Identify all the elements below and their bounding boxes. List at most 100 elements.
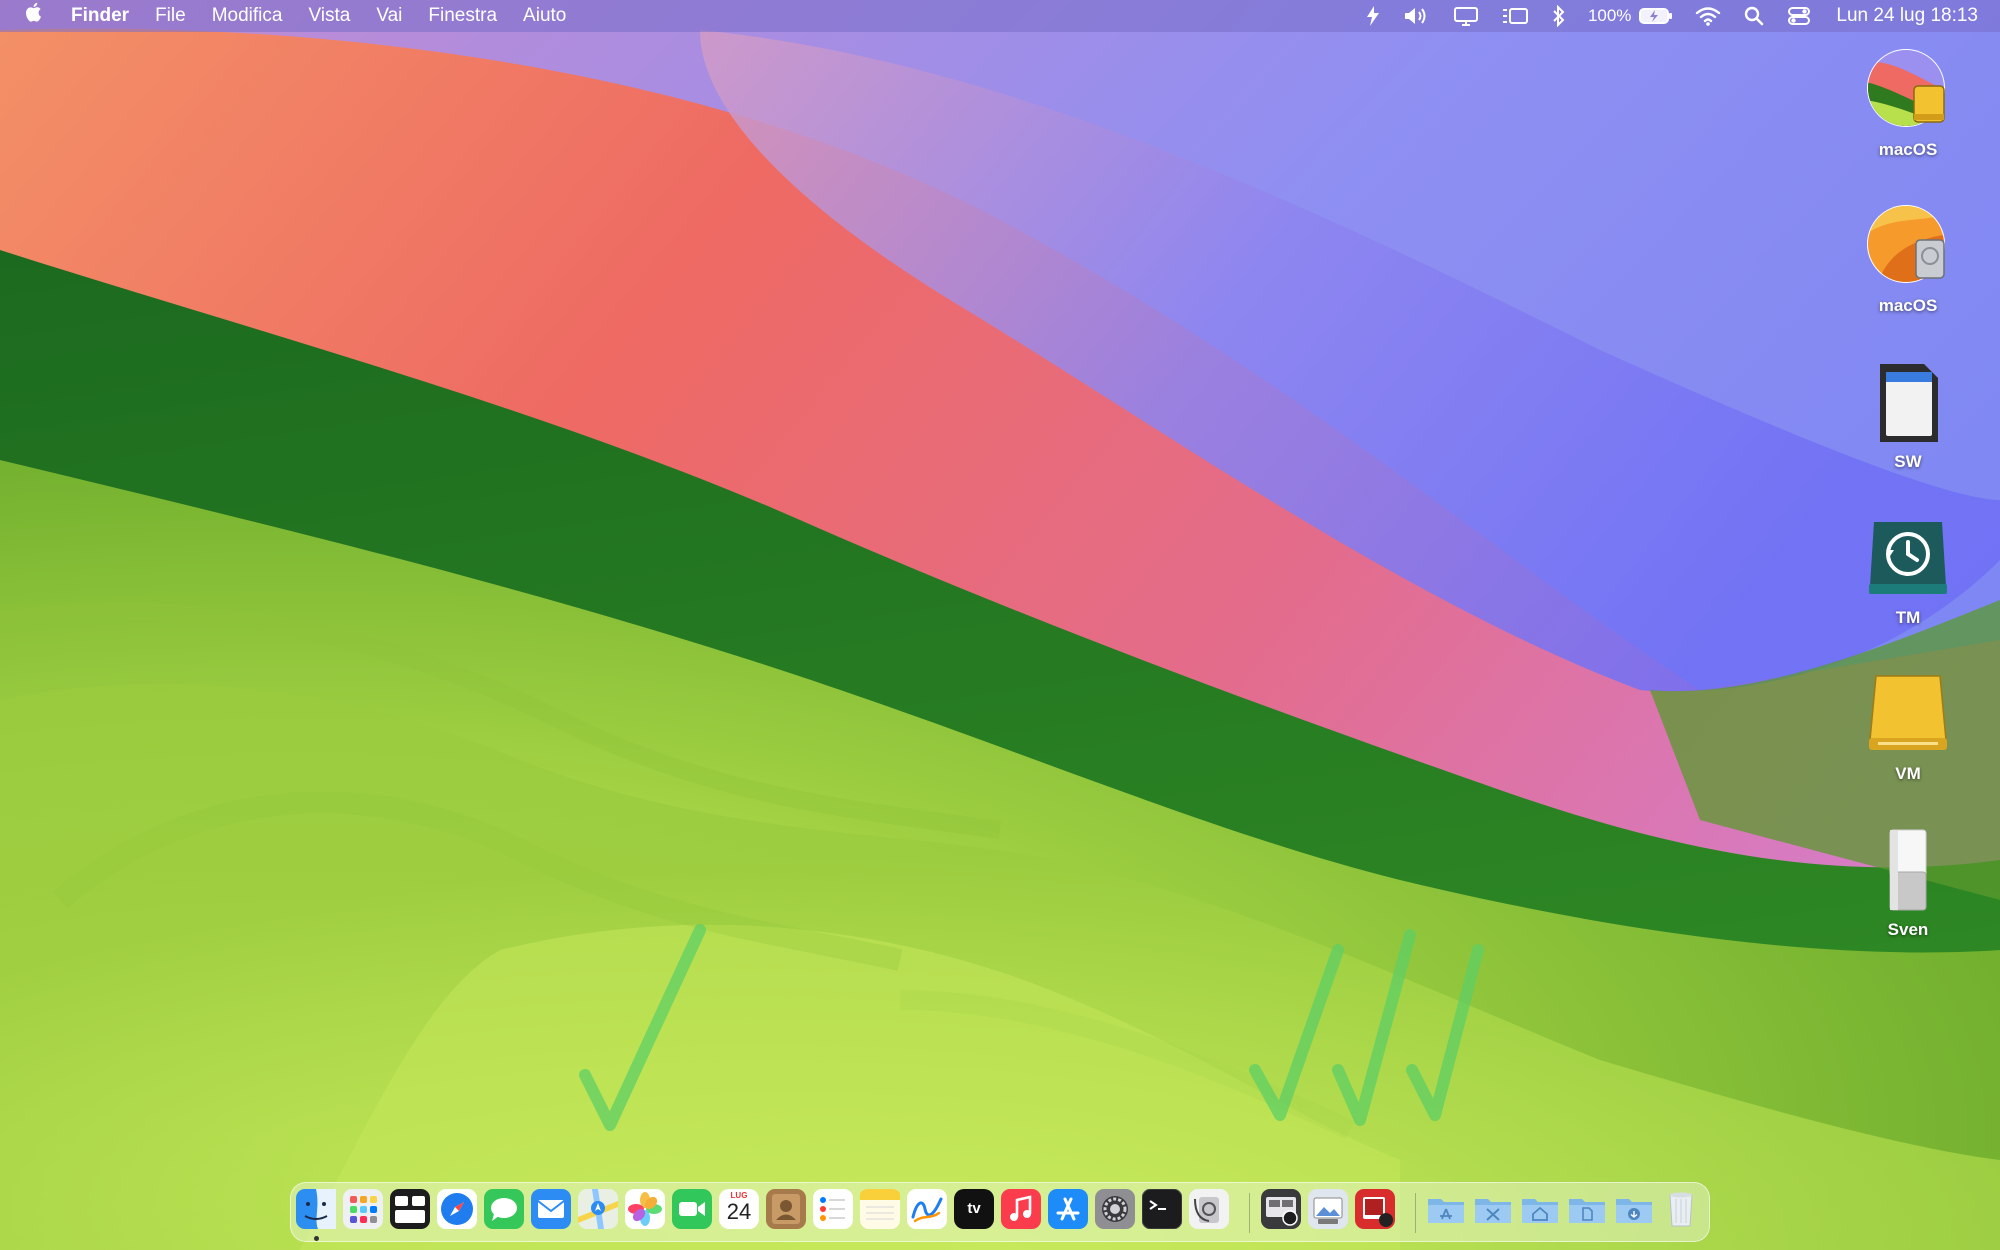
music-icon xyxy=(1001,1189,1041,1229)
menu-bar: Finder File Modifica Vista Vai Finestra … xyxy=(0,0,2000,32)
mail-icon xyxy=(531,1189,571,1229)
desktop-icon-label: VM xyxy=(1895,764,1921,783)
ventura-disk-icon xyxy=(1866,204,1950,288)
maps-icon xyxy=(578,1189,618,1229)
dock-folder-applicazioni[interactable] xyxy=(1426,1189,1466,1229)
dock-maps[interactable] xyxy=(578,1189,618,1229)
dock-terminal[interactable] xyxy=(1142,1189,1182,1229)
running-indicator xyxy=(314,1236,319,1241)
battery-percentage: 100% xyxy=(1587,6,1632,25)
menu-file[interactable]: File xyxy=(142,0,199,32)
dock-separator xyxy=(1415,1193,1416,1233)
dock-calendar[interactable]: LUG 24 xyxy=(719,1189,759,1229)
desktop-icon-macos-ventura[interactable]: macOS xyxy=(1858,204,1958,316)
dock-preview[interactable] xyxy=(1308,1189,1348,1229)
freeform-icon xyxy=(907,1189,947,1229)
desktop-icon-sw[interactable]: SW xyxy=(1858,360,1958,472)
bluetooth-icon[interactable] xyxy=(1540,0,1578,32)
dock-folder-download[interactable] xyxy=(1614,1189,1654,1229)
menu-modifica[interactable]: Modifica xyxy=(199,0,296,32)
sonoma-wallpaper xyxy=(0,0,2000,1250)
dock-trash[interactable] xyxy=(1661,1189,1701,1229)
volume-icon[interactable] xyxy=(1392,0,1442,32)
photo-booth-icon xyxy=(1355,1189,1395,1229)
notes-icon xyxy=(860,1189,900,1229)
menu-vai[interactable]: Vai xyxy=(363,0,415,32)
control-center-icon[interactable] xyxy=(1776,0,1822,32)
menu-aiuto[interactable]: Aiuto xyxy=(510,0,579,32)
home-folder-icon xyxy=(1522,1199,1558,1223)
dock-folder-documenti[interactable] xyxy=(1567,1189,1607,1229)
dock-app-store[interactable] xyxy=(1048,1189,1088,1229)
contacts-icon xyxy=(766,1189,806,1229)
desktop-icon-label: SW xyxy=(1894,452,1922,471)
utilities-folder-icon xyxy=(1475,1199,1511,1223)
desktop-icon-label: macOS xyxy=(1878,296,1938,315)
dock-separator xyxy=(1249,1193,1250,1233)
dock-music[interactable] xyxy=(1001,1189,1041,1229)
tv-label: tv xyxy=(967,1200,981,1217)
desktop-icon-macos-sonoma[interactable]: macOS xyxy=(1858,48,1958,160)
photos-icon xyxy=(625,1189,665,1229)
launchpad-icon xyxy=(343,1189,383,1229)
applications-folder-icon xyxy=(1428,1199,1464,1223)
menu-vista[interactable]: Vista xyxy=(295,0,363,32)
menu-bar-clock[interactable]: Lun 24 lug 18:13 xyxy=(1822,5,2000,27)
spotlight-search-icon[interactable] xyxy=(1732,0,1776,32)
dock-reminders[interactable] xyxy=(813,1189,853,1229)
calendar-day: 24 xyxy=(726,1199,752,1224)
dock-safari[interactable] xyxy=(437,1189,477,1229)
finder-icon xyxy=(296,1189,336,1229)
desktop xyxy=(0,0,2000,1250)
menu-app-finder[interactable]: Finder xyxy=(58,0,142,32)
desktop-icon-label: macOS xyxy=(1878,140,1938,159)
app-store-icon xyxy=(1048,1189,1088,1229)
dock-messages[interactable] xyxy=(484,1189,524,1229)
sonoma-disk-icon xyxy=(1866,48,1950,132)
trash-icon xyxy=(1669,1192,1693,1227)
power-status-icon[interactable] xyxy=(1354,0,1392,32)
system-settings-gear-icon xyxy=(1095,1189,1135,1229)
stage-manager-icon[interactable] xyxy=(1490,0,1540,32)
dock-image-capture[interactable] xyxy=(1261,1189,1301,1229)
reminders-icon xyxy=(813,1189,853,1229)
desktop-icon-tm[interactable]: TM xyxy=(1858,516,1958,628)
dock-notes[interactable] xyxy=(860,1189,900,1229)
sd-card-icon xyxy=(1866,360,1950,444)
mission-control-icon xyxy=(390,1189,430,1229)
facetime-icon xyxy=(672,1189,712,1229)
dock-folder-home[interactable] xyxy=(1520,1189,1560,1229)
display-icon[interactable] xyxy=(1442,0,1490,32)
menu-finestra[interactable]: Finestra xyxy=(415,0,510,32)
disk-utility-stethoscope-icon xyxy=(1189,1189,1229,1229)
battery-charging-icon[interactable] xyxy=(1637,0,1684,32)
dock: LUG 24 tv xyxy=(290,1182,1710,1242)
documents-folder-icon xyxy=(1569,1199,1605,1223)
wifi-icon[interactable] xyxy=(1684,0,1732,32)
desktop-icon-vm[interactable]: VM xyxy=(1858,672,1958,784)
network-drive-icon xyxy=(1866,828,1950,912)
dock-tv[interactable]: tv xyxy=(954,1189,994,1229)
downloads-folder-icon xyxy=(1616,1199,1652,1223)
dock-photo-booth[interactable] xyxy=(1355,1189,1395,1229)
dock-mail[interactable] xyxy=(531,1189,571,1229)
image-capture-icon xyxy=(1261,1189,1301,1229)
safari-icon xyxy=(437,1189,477,1229)
dock-mission-control[interactable] xyxy=(390,1189,430,1229)
desktop-icon-sven[interactable]: Sven xyxy=(1858,828,1958,940)
apple-menu-icon[interactable] xyxy=(0,0,58,32)
external-drive-icon xyxy=(1866,672,1950,756)
dock-facetime[interactable] xyxy=(672,1189,712,1229)
messages-icon xyxy=(484,1189,524,1229)
desktop-icon-label: Sven xyxy=(1887,920,1929,939)
dock-finder[interactable] xyxy=(296,1189,336,1229)
dock-freeform[interactable] xyxy=(907,1189,947,1229)
dock-launchpad[interactable] xyxy=(343,1189,383,1229)
dock-contacts[interactable] xyxy=(766,1189,806,1229)
dock-photos[interactable] xyxy=(625,1189,665,1229)
dock-system-settings[interactable] xyxy=(1095,1189,1135,1229)
dock-disk-utility[interactable] xyxy=(1189,1189,1229,1229)
terminal-icon xyxy=(1142,1189,1182,1229)
time-machine-disk-icon xyxy=(1866,516,1950,600)
dock-folder-utility[interactable] xyxy=(1473,1189,1513,1229)
